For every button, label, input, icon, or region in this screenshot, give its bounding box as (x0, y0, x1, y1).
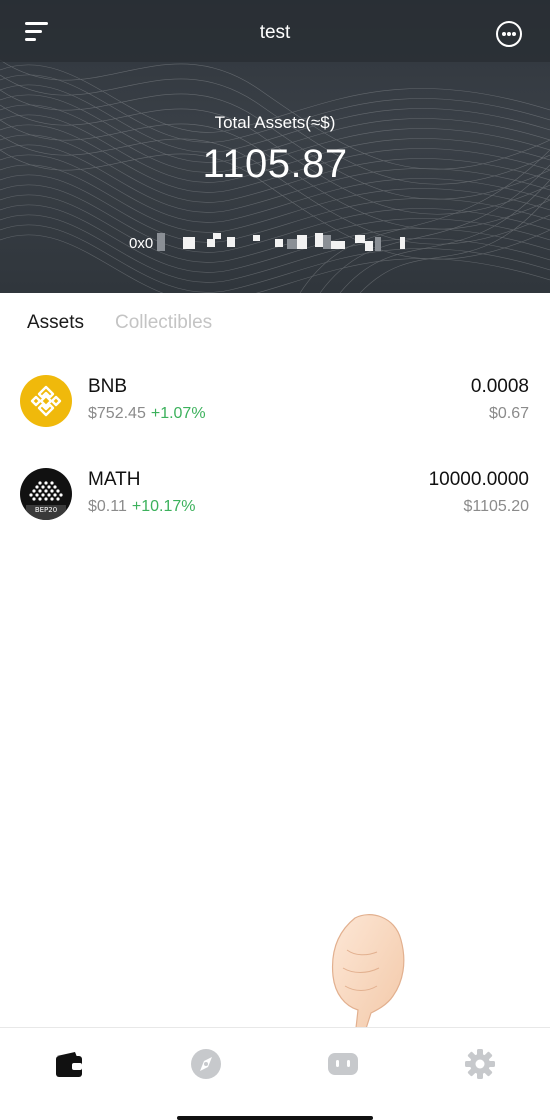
asset-price-value: $752.45 (88, 405, 146, 422)
bep20-badge: BEP20 (34, 506, 58, 514)
wallet-name-title[interactable]: test (0, 22, 550, 44)
wallet-icon[interactable] (53, 1048, 85, 1080)
asset-amount: 10000.0000 (428, 469, 529, 490)
bottom-navigation (0, 1027, 550, 1120)
total-assets-label: Total Assets(≈$) (214, 113, 336, 132)
asset-price-value: $0.11 (88, 498, 127, 515)
tab-collectibles[interactable]: Collectibles (115, 312, 212, 334)
wallet-address[interactable]: 0x0 (129, 233, 407, 253)
asset-symbol: MATH (88, 469, 141, 490)
address-prefix: 0x0 (129, 234, 154, 252)
asset-amount: 0.0008 (470, 376, 529, 397)
asset-price: $0.11 +10.17% (88, 498, 195, 516)
asset-change: +10.17% (131, 498, 196, 515)
top-bar: test (0, 0, 550, 62)
address-redaction (157, 233, 407, 253)
asset-value-usd: $1105.20 (463, 498, 529, 515)
bnb-logo-icon (20, 375, 72, 427)
asset-symbol: BNB (88, 376, 128, 397)
asset-change: +1.07% (150, 405, 206, 422)
math-logo-icon: BEP20 (20, 468, 72, 520)
pointing-hand-icon (331, 914, 405, 1043)
more-dots-icon[interactable] (496, 21, 522, 47)
robot-face-icon[interactable] (327, 1048, 359, 1080)
asset-tabs: Assets Collectibles (0, 312, 550, 340)
asset-row-math[interactable]: BEP20 MATH $0.11 +10.17% 10000.0000 $1105… (0, 468, 550, 536)
wallet-header: test Total Assets(≈$) 1105.87 0x0 (0, 0, 550, 293)
gear-icon[interactable] (464, 1048, 496, 1080)
asset-price: $752.45 +1.07% (88, 405, 206, 423)
home-indicator[interactable] (177, 1116, 373, 1120)
asset-row-bnb[interactable]: BNB $752.45 +1.07% 0.0008 $0.67 (0, 375, 550, 443)
total-assets-value: 1105.87 (202, 142, 348, 186)
asset-value-usd: $0.67 (488, 405, 529, 422)
compass-icon[interactable] (190, 1048, 222, 1080)
tab-assets[interactable]: Assets (27, 312, 84, 334)
